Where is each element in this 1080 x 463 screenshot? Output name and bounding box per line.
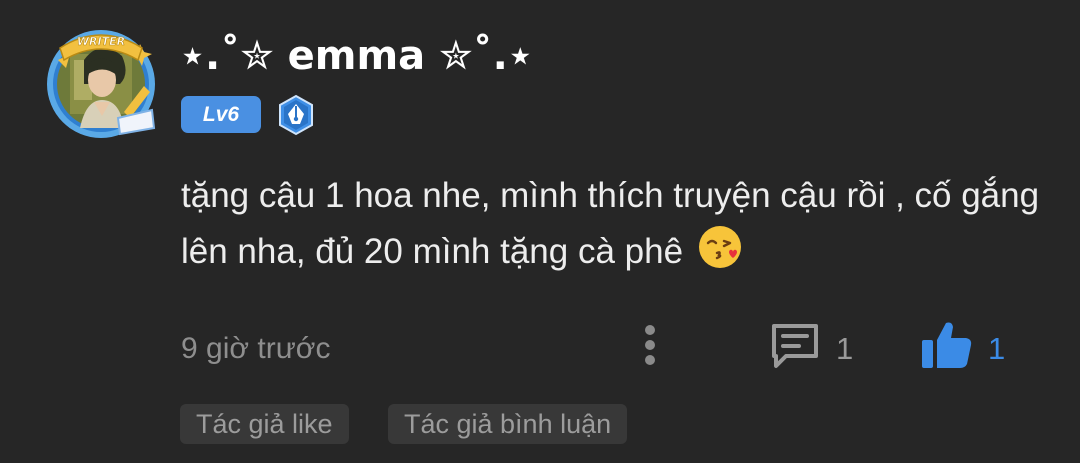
comment-body: tặng cậu 1 hoa nhe, mình thích truyện cậ… xyxy=(181,176,1040,271)
reply-icon[interactable] xyxy=(768,320,822,370)
username[interactable]: ⋆.˚✮ emma ✮˚.⋆ xyxy=(180,32,533,80)
avatar[interactable]: WRITER xyxy=(40,24,162,142)
author-comment-tag: Tác giả bình luận xyxy=(388,404,628,444)
author-like-tag: Tác giả like xyxy=(180,404,349,444)
avatar-frame-label: WRITER xyxy=(77,35,125,48)
more-options-icon[interactable] xyxy=(640,322,660,368)
thumbs-up-icon[interactable] xyxy=(918,318,974,372)
comment-card: WRITER ⋆.˚✮ emma ✮˚.⋆ Lv6 tặng cậu 1 hoa… xyxy=(0,0,1080,463)
comment-timestamp: 9 giờ trước xyxy=(181,332,331,365)
reply-count: 1 xyxy=(836,331,854,366)
like-count: 1 xyxy=(988,331,1006,366)
writer-pen-badge-icon xyxy=(279,94,313,136)
kissing-face-emoji-icon xyxy=(698,226,741,268)
comment-text: tặng cậu 1 hoa nhe, mình thích truyện cậ… xyxy=(181,168,1061,280)
level-badge: Lv6 xyxy=(181,96,261,133)
